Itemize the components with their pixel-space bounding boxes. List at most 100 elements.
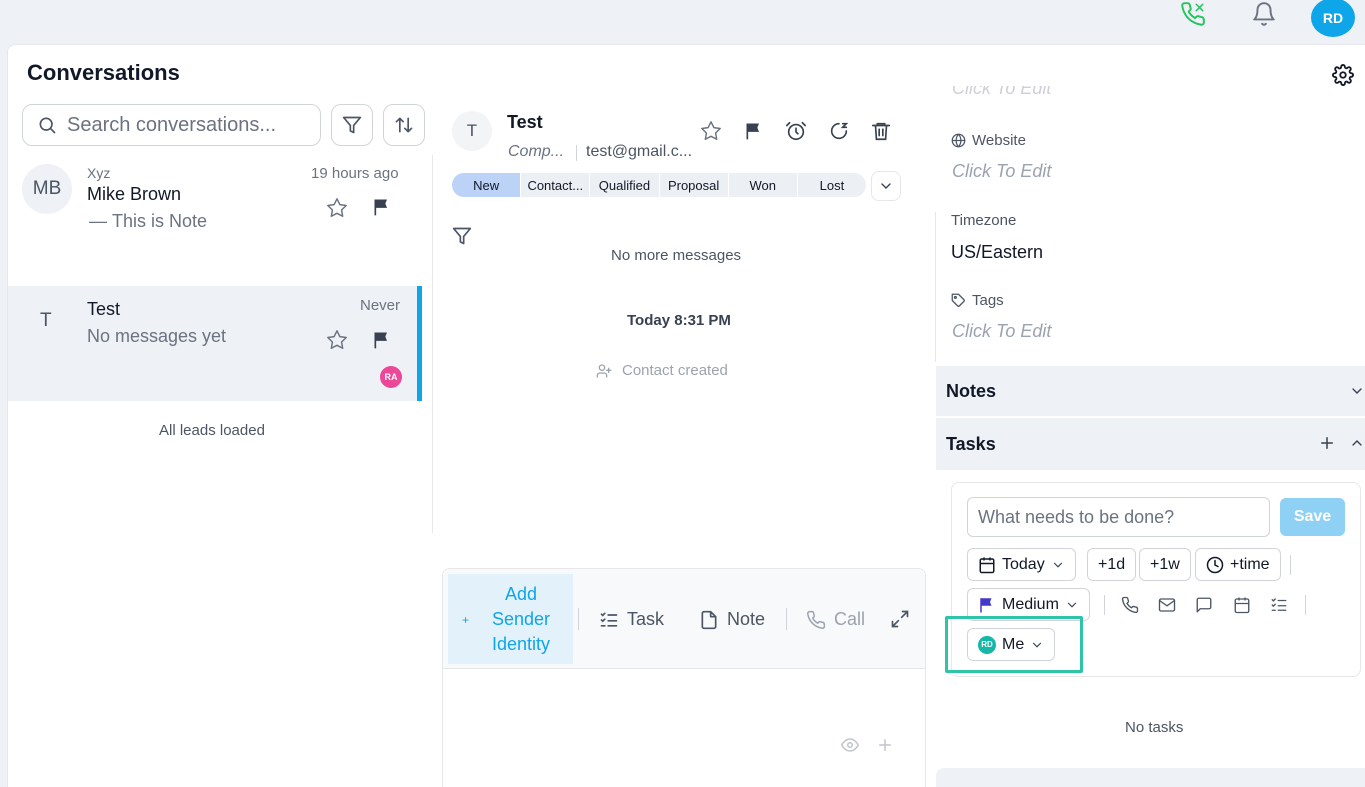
stage-lost[interactable]: Lost <box>798 173 866 197</box>
priority-label: Medium <box>1002 595 1059 613</box>
add-sender-identity-button[interactable]: + Add Sender Identity <box>448 574 573 664</box>
stage-dropdown-button[interactable] <box>871 171 901 201</box>
search-input[interactable] <box>67 113 307 137</box>
save-button[interactable]: Save <box>1280 498 1345 536</box>
filter-button[interactable] <box>331 104 373 146</box>
add-time-button[interactable]: +time <box>1195 548 1281 581</box>
trash-icon[interactable] <box>870 120 892 142</box>
chevron-down-icon[interactable] <box>1349 383 1365 399</box>
phone-icon[interactable] <box>1121 596 1139 614</box>
notes-section-header[interactable]: Notes <box>936 366 1365 416</box>
stage-won[interactable]: Won <box>729 173 798 197</box>
website-label: Website <box>951 132 1026 149</box>
gear-icon[interactable] <box>1332 64 1354 86</box>
filter-icon[interactable] <box>452 226 472 246</box>
plus-1w-button[interactable]: +1w <box>1139 548 1191 581</box>
search-box <box>22 104 321 146</box>
avatar: MB <box>22 164 72 214</box>
tasks-section-header[interactable]: Tasks <box>936 418 1365 470</box>
task-tab[interactable]: Task <box>599 609 664 630</box>
eye-icon[interactable] <box>840 736 860 754</box>
assignee-dropdown[interactable]: RD Me <box>967 628 1056 661</box>
date-separator: Today 8:31 PM <box>627 312 731 329</box>
activity-event: Contact created <box>596 362 728 379</box>
file-icon <box>699 610 719 630</box>
partial-field-value[interactable]: Click To Edit <box>952 86 1051 100</box>
no-more-messages: No more messages <box>611 247 742 264</box>
sort-icon <box>394 115 414 135</box>
due-date-dropdown[interactable]: Today <box>967 548 1076 581</box>
stage-new[interactable]: New <box>452 173 522 197</box>
empty-state: No tasks <box>1125 719 1184 736</box>
message-icon[interactable] <box>1195 596 1213 614</box>
timezone-value[interactable]: US/Eastern <box>951 242 1043 263</box>
conversation-company: Xyz <box>87 165 111 181</box>
tags-value[interactable]: Click To Edit <box>952 321 1051 342</box>
conversation-name: Test <box>87 299 121 319</box>
flag-icon[interactable] <box>372 197 392 217</box>
flag-icon[interactable] <box>744 121 764 141</box>
divider <box>432 155 433 533</box>
checklist-icon[interactable] <box>1270 596 1288 614</box>
star-icon[interactable] <box>326 197 348 219</box>
preview-dash: — <box>89 211 107 231</box>
avatar: T <box>40 310 52 331</box>
call-tab[interactable]: Call <box>806 609 865 630</box>
chevron-down-icon <box>1065 598 1079 612</box>
snooze-icon[interactable] <box>828 120 850 142</box>
divider <box>1305 595 1306 615</box>
plus-icon[interactable] <box>1318 434 1336 452</box>
tag-icon <box>951 293 966 308</box>
task-input[interactable] <box>978 506 1258 528</box>
flag-icon <box>978 596 996 614</box>
pipeline-stages: New Contact... Qualified Proposal Won Lo… <box>452 173 866 197</box>
contact-avatar: T <box>452 111 492 151</box>
note-tab[interactable]: Note <box>699 609 765 630</box>
star-icon[interactable] <box>326 329 348 351</box>
divider <box>576 145 577 161</box>
divider <box>578 608 579 630</box>
bell-icon[interactable] <box>1251 1 1277 27</box>
next-section-header <box>936 768 1365 787</box>
chevron-down-icon <box>1051 558 1065 572</box>
due-date-label: Today <box>1002 555 1045 573</box>
sort-button[interactable] <box>383 104 425 146</box>
page-title: Conversations <box>27 60 180 85</box>
clock-icon <box>1206 556 1224 574</box>
alarm-clock-icon[interactable] <box>785 120 807 142</box>
call-tab-label: Call <box>834 609 866 629</box>
contact-company[interactable]: Comp... <box>508 143 564 161</box>
calendar-icon <box>978 556 996 574</box>
calendar-icon[interactable] <box>1233 596 1251 614</box>
user-plus-icon <box>596 363 612 379</box>
stage-contacted[interactable]: Contact... <box>521 173 591 197</box>
plus-icon[interactable] <box>876 736 894 754</box>
contact-name: Test <box>507 112 543 132</box>
stage-qualified[interactable]: Qualified <box>590 173 660 197</box>
globe-icon <box>951 133 966 148</box>
divider <box>1290 555 1291 575</box>
note-tab-label: Note <box>727 609 766 629</box>
tags-label: Tags <box>951 292 1004 309</box>
task-tab-label: Task <box>627 609 665 629</box>
assignee-label: Me <box>1002 635 1025 653</box>
timezone-label: Timezone <box>951 212 1017 229</box>
stage-proposal[interactable]: Proposal <box>660 173 729 197</box>
divider <box>786 608 787 630</box>
phone-icon[interactable] <box>1180 1 1206 27</box>
expand-icon[interactable] <box>890 609 910 629</box>
flag-icon[interactable] <box>372 330 392 350</box>
task-input-wrapper <box>967 497 1270 537</box>
add-sender-label: Add Sender Identity <box>491 584 551 654</box>
assignee-avatar: RD <box>978 635 996 654</box>
chevron-up-icon[interactable] <box>1349 435 1365 451</box>
mail-icon[interactable] <box>1158 596 1176 614</box>
chevron-down-icon <box>1030 638 1044 652</box>
filter-icon <box>342 115 362 135</box>
divider <box>935 212 936 362</box>
star-icon[interactable] <box>700 120 722 142</box>
conversation-time: 19 hours ago <box>311 165 399 182</box>
website-value[interactable]: Click To Edit <box>952 161 1051 182</box>
contact-email[interactable]: test@gmail.c... <box>586 143 692 161</box>
plus-1d-button[interactable]: +1d <box>1087 548 1137 581</box>
